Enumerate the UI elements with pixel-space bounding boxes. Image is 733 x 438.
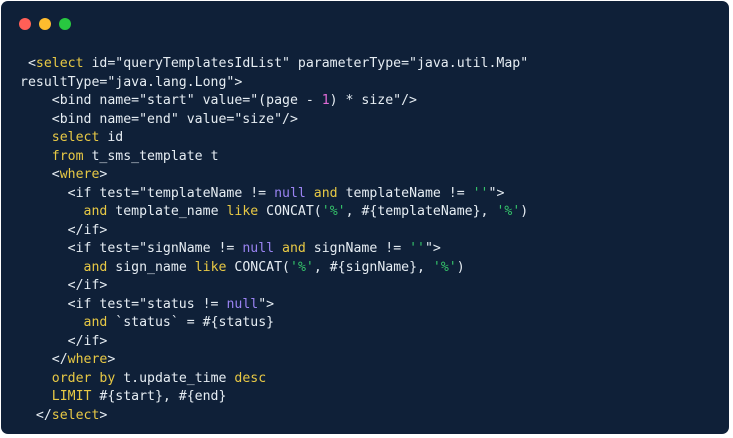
zoom-button[interactable] [59, 18, 71, 30]
code-line: order by t.update_time desc [20, 370, 528, 389]
code-line: resultType="java.lang.Long"> [20, 74, 528, 93]
code-line: <where> [20, 166, 528, 185]
code-line: <select id="queryTemplatesIdList" parame… [20, 55, 528, 74]
code-line: and sign_name like CONCAT('%', #{signNam… [20, 259, 528, 278]
code-token-string: '' [472, 185, 489, 201]
code-token-null: null [226, 296, 259, 312]
code-token-default: ) * size"/> [329, 93, 417, 108]
code-window: <select id="queryTemplatesIdList" parame… [1, 1, 729, 434]
code-token-null: null [242, 241, 275, 256]
code-line: </if> [20, 333, 528, 352]
code-token-keyword: and [83, 204, 108, 219]
code-line: and `status` = #{status} [20, 314, 528, 333]
window-controls [19, 18, 71, 30]
code-token-default: template_name [107, 204, 227, 219]
code-token-number: 1 [321, 93, 330, 108]
code-token-default: "> [488, 185, 505, 201]
code-token-keyword: like [194, 259, 227, 275]
code-token-default [20, 315, 84, 330]
code-token-default: CONCAT( [258, 204, 322, 219]
code-block: <select id="queryTemplatesIdList" parame… [20, 55, 528, 425]
code-token-default [274, 241, 282, 256]
code-line: from t_sms_template t [20, 148, 528, 167]
code-token-default: CONCAT( [226, 259, 290, 275]
code-token-default: t.update_time [115, 370, 235, 386]
code-token-default: ) [520, 204, 529, 219]
code-token-string: '%' [496, 204, 521, 219]
code-token-keyword: and [83, 315, 108, 330]
code-line: LIMIT #{start}, #{end} [20, 388, 528, 407]
code-token-string: '' [409, 241, 425, 256]
code-token-default: <if test="signName != [20, 241, 243, 256]
code-token-string: '%' [321, 204, 346, 219]
code-token-default: > [99, 407, 108, 423]
code-line: <if test="signName != null and signName … [20, 240, 528, 259]
code-token-default [20, 130, 52, 145]
code-token-keyword: select [35, 56, 84, 71]
code-token-default [20, 260, 84, 275]
code-token-string: '%' [432, 259, 457, 275]
code-token-default: #{start}, #{end} [91, 389, 227, 404]
code-token-keyword: where [67, 352, 108, 367]
code-token-default: </ [20, 407, 52, 423]
code-token-default: <if test="templateName != [20, 185, 275, 201]
code-token-default: "> [258, 296, 275, 312]
code-line: <bind name="end" value="size"/> [20, 111, 528, 130]
code-token-default: </if> [20, 333, 108, 349]
code-token-keyword: and [313, 185, 338, 201]
code-token-keyword: select [51, 407, 100, 423]
code-token-keyword: and [282, 241, 306, 256]
code-token-default: resultType="java.lang.Long"> [20, 74, 243, 90]
code-token-keyword: desc [234, 370, 267, 386]
code-token-keyword: LIMIT [51, 389, 92, 404]
code-token-keyword: order by [51, 370, 116, 386]
code-token-keyword: select [51, 130, 100, 145]
code-token-string: '%' [290, 259, 314, 275]
code-token-default: </if> [20, 222, 108, 238]
code-token-default: signName != [305, 241, 410, 256]
code-line: select id [20, 129, 528, 148]
code-line: </select> [20, 407, 528, 426]
code-token-default: > [107, 352, 116, 367]
code-token-default: < [20, 167, 60, 182]
code-token-default: "> [424, 241, 441, 256]
code-token-default: , #{signName}, [313, 259, 433, 275]
code-token-keyword: like [226, 204, 259, 219]
code-token-default [20, 149, 52, 164]
code-line: </if> [20, 277, 528, 296]
code-token-default: > [99, 167, 108, 182]
code-token-default [306, 186, 314, 201]
code-token-default: t_sms_template t [83, 148, 219, 164]
code-token-default: </if> [20, 278, 108, 293]
code-token-default: </ [20, 352, 68, 367]
code-token-default: <bind name="start" value="(page - [20, 93, 322, 108]
code-token-default: id [99, 130, 124, 145]
code-token-default: templateName != [337, 185, 473, 201]
code-token-keyword: where [59, 167, 100, 182]
code-token-keyword: from [51, 148, 84, 164]
code-token-default: `status` = #{status} [107, 315, 275, 330]
code-token-default: < [20, 56, 36, 71]
code-token-null: null [274, 185, 306, 201]
code-token-default: <if test="status != [20, 296, 227, 312]
code-token-default: <bind name="end" value="size"/> [20, 111, 298, 127]
code-token-default [20, 389, 52, 404]
code-line: <bind name="start" value="(page - 1) * s… [20, 92, 528, 111]
code-token-default: id="queryTemplatesIdList" parameterType=… [83, 56, 529, 71]
code-line: <if test="status != null"> [20, 296, 528, 315]
code-token-default: ) [456, 259, 465, 275]
code-line: and template_name like CONCAT('%', #{tem… [20, 203, 529, 222]
code-line: </where> [20, 351, 528, 370]
code-token-default: sign_name [107, 259, 195, 275]
code-line: </if> [20, 222, 528, 241]
close-button[interactable] [19, 18, 31, 30]
code-token-default [20, 371, 52, 386]
code-line: <if test="templateName != null and templ… [20, 185, 528, 204]
code-token-default: , #{templateName}, [345, 204, 497, 219]
minimize-button[interactable] [39, 18, 51, 30]
code-token-keyword: and [83, 259, 108, 275]
code-token-default [20, 204, 84, 219]
